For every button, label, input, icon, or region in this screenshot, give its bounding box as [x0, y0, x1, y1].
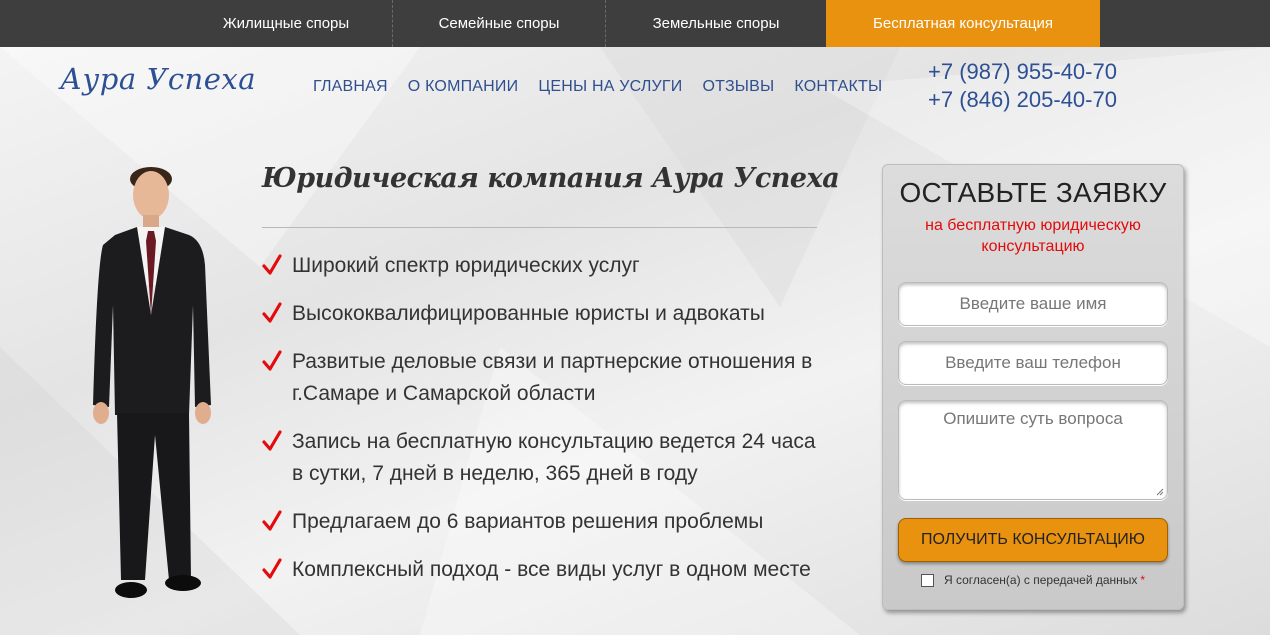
- tab-housing-disputes[interactable]: Жилищные споры: [180, 0, 393, 47]
- nav-reviews[interactable]: ОТЗЫВЫ: [703, 78, 775, 96]
- consent-checkbox[interactable]: [921, 573, 934, 587]
- feature-text: Комплексный подход - все виды услуг в од…: [292, 558, 811, 581]
- phone-number-1[interactable]: +7 (987) 955-40-70: [928, 58, 1117, 86]
- phone-input[interactable]: [898, 341, 1168, 385]
- nav-prices[interactable]: ЦЕНЫ НА УСЛУГИ: [538, 78, 682, 96]
- list-item: Комплексный подход - все виды услуг в од…: [262, 554, 822, 586]
- checkmark-icon: [262, 254, 282, 275]
- feature-text: Предлагаем до 6 вариантов решения пробле…: [292, 510, 764, 533]
- required-mark: *: [1140, 573, 1146, 587]
- feature-text: Высококвалифицированные юристы и адвокат…: [292, 302, 765, 325]
- consultation-form: ОСТАВЬТЕ ЗАЯВКУ на бесплатную юридическу…: [882, 164, 1184, 610]
- nav-about[interactable]: О КОМПАНИИ: [408, 78, 519, 96]
- tab-free-consultation[interactable]: Бесплатная консультация: [826, 0, 1100, 47]
- tab-family-disputes[interactable]: Семейные споры: [393, 0, 606, 47]
- get-consultation-button[interactable]: ПОЛУЧИТЬ КОНСУЛЬТАЦИЮ: [898, 518, 1168, 562]
- checkmark-icon: [262, 430, 282, 451]
- question-textarea[interactable]: [898, 400, 1168, 500]
- list-item: Предлагаем до 6 вариантов решения пробле…: [262, 506, 822, 538]
- list-item: Широкий спектр юридических услуг: [262, 250, 822, 282]
- form-title: ОСТАВЬТЕ ЗАЯВКУ: [899, 177, 1167, 208]
- main-nav: ГЛАВНАЯ О КОМПАНИИ ЦЕНЫ НА УСЛУГИ ОТЗЫВЫ…: [313, 78, 902, 96]
- feature-list: Широкий спектр юридических услуг Высокок…: [262, 250, 822, 602]
- form-subtitle: на бесплатную юридическую консультацию: [925, 217, 1141, 255]
- resize-handle-icon[interactable]: [1156, 488, 1164, 496]
- title-divider: [262, 227, 817, 228]
- list-item: Запись на бесплатную консультацию ведетс…: [262, 426, 822, 490]
- page-title: Юридическая компания Аура Успеха: [262, 163, 840, 194]
- list-item: Развитые деловые связи и партнерские отн…: [262, 346, 822, 410]
- phone-number-2[interactable]: +7 (846) 205-40-70: [928, 86, 1117, 114]
- feature-text: Запись на бесплатную консультацию ведетс…: [292, 430, 816, 485]
- name-input[interactable]: [898, 282, 1168, 326]
- checkmark-icon: [262, 510, 282, 531]
- checkmark-icon: [262, 350, 282, 371]
- checkmark-icon: [262, 302, 282, 323]
- nav-contacts[interactable]: КОНТАКТЫ: [794, 78, 882, 96]
- lawyer-photo: [85, 165, 225, 615]
- question-field-wrapper: [898, 400, 1168, 500]
- tab-land-disputes[interactable]: Земельные споры: [606, 0, 826, 47]
- consent-row: Я согласен(а) с передачей данных *: [921, 573, 1145, 587]
- logo[interactable]: Аура Успеха: [60, 62, 256, 96]
- list-item: Высококвалифицированные юристы и адвокат…: [262, 298, 822, 330]
- checkmark-icon: [262, 558, 282, 579]
- nav-home[interactable]: ГЛАВНАЯ: [313, 78, 388, 96]
- top-bar: Жилищные споры Семейные споры Земельные …: [0, 0, 1270, 47]
- feature-text: Широкий спектр юридических услуг: [292, 254, 640, 277]
- phone-numbers: +7 (987) 955-40-70 +7 (846) 205-40-70: [928, 58, 1117, 114]
- feature-text: Развитые деловые связи и партнерские отн…: [292, 350, 813, 405]
- consent-label[interactable]: Я согласен(а) с передачей данных: [944, 573, 1137, 587]
